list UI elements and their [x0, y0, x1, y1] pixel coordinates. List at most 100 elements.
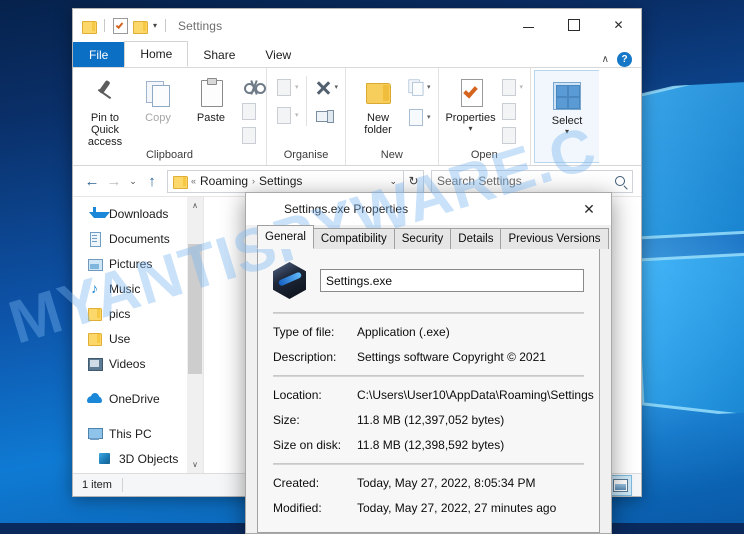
tab-file[interactable]: File: [73, 42, 125, 67]
properties-icon[interactable]: [113, 17, 128, 34]
new-small-buttons: ▾ ▾: [405, 72, 432, 128]
copy-path-button[interactable]: [238, 100, 260, 122]
sidebar-item-desktop[interactable]: Desktop: [73, 471, 203, 473]
file-name-field[interactable]: Settings.exe: [320, 269, 584, 292]
sidebar-item-this-pc[interactable]: This PC: [73, 421, 203, 446]
paste-button[interactable]: Paste: [185, 72, 237, 124]
dialog-close-button[interactable]: ✕: [567, 194, 611, 224]
chevron-down-icon[interactable]: ▾: [153, 21, 157, 30]
properties-button[interactable]: Properties ▾: [445, 72, 497, 133]
breadcrumb-roaming[interactable]: Roaming: [200, 174, 248, 188]
this-pc-icon: [87, 426, 103, 441]
search-icon[interactable]: [615, 176, 625, 186]
sidebar-item-label: 3D Objects: [119, 451, 179, 466]
cut-button[interactable]: [238, 76, 266, 98]
move-to-caret-icon[interactable]: ▾: [295, 83, 299, 91]
up-button[interactable]: ↑: [141, 170, 163, 192]
history-button[interactable]: [498, 124, 525, 146]
tab-security[interactable]: Security: [393, 228, 452, 249]
sidebar-item-documents[interactable]: Documents: [73, 226, 203, 251]
sidebar-item-pictures[interactable]: Pictures: [73, 251, 203, 276]
open-caret-icon[interactable]: ▾: [520, 83, 524, 91]
sidebar-item-music[interactable]: ♪ Music: [73, 276, 203, 301]
move-to-button[interactable]: ▾: [273, 76, 300, 98]
pin-to-quick-access-button[interactable]: Pin to Quick access: [79, 72, 131, 148]
new-item-button[interactable]: ▾: [405, 76, 432, 98]
refresh-button[interactable]: ↻: [404, 169, 424, 193]
select-caret-icon[interactable]: ▾: [565, 128, 569, 136]
easy-access-caret-icon[interactable]: ▾: [427, 113, 431, 121]
scroll-down-icon[interactable]: ∨: [187, 456, 203, 473]
collapse-ribbon-icon[interactable]: ∧: [602, 54, 609, 65]
open-icon: [499, 77, 519, 97]
property-value: 11.8 MB (12,397,052 bytes): [357, 413, 505, 427]
pin-to-quick-access-label: Pin to Quick access: [87, 112, 123, 148]
sidebar-item-onedrive[interactable]: OneDrive: [73, 386, 203, 411]
open-button[interactable]: ▾: [498, 76, 525, 98]
property-key: Created:: [273, 476, 320, 490]
new-folder-icon[interactable]: [133, 20, 148, 34]
search-input[interactable]: Search Settings: [431, 169, 633, 193]
tab-home[interactable]: Home: [124, 41, 189, 67]
copy-to-caret-icon[interactable]: ▾: [295, 111, 299, 119]
copy-to-button[interactable]: ▾: [273, 104, 300, 126]
navigation-scrollbar[interactable]: ∧ ∨: [187, 197, 203, 473]
tab-compatibility[interactable]: Compatibility: [312, 228, 395, 249]
address-input[interactable]: « Roaming › Settings ⌄: [167, 169, 404, 193]
properties-caret-icon[interactable]: ▾: [469, 125, 473, 133]
scrollbar-track[interactable]: [187, 214, 203, 456]
close-button[interactable]: ✕: [596, 9, 641, 40]
breadcrumb-overflow-icon[interactable]: «: [191, 176, 196, 186]
scrollbar-thumb[interactable]: [188, 244, 202, 374]
tab-share[interactable]: Share: [188, 43, 250, 67]
select-button[interactable]: Select ▾: [541, 75, 593, 136]
sidebar-item-label: This PC: [109, 426, 152, 441]
dialog-title-bar: Settings.exe Properties ✕: [246, 193, 611, 225]
ribbon-group-open: Properties ▾ ▾ Open: [439, 68, 532, 165]
large-icons-view-button[interactable]: [609, 474, 632, 496]
delete-button[interactable]: ▾: [313, 76, 340, 98]
easy-access-button[interactable]: ▾: [405, 106, 432, 128]
tab-details[interactable]: Details: [450, 228, 502, 249]
sidebar-item-pics[interactable]: pics: [73, 301, 203, 326]
ribbon-group-clipboard: Pin to Quick access Copy Paste Clipboard: [73, 68, 267, 165]
folder-icon[interactable]: [82, 20, 97, 34]
copy-button[interactable]: Copy: [132, 72, 184, 124]
dialog-title: Settings.exe Properties: [284, 202, 409, 216]
rename-button[interactable]: [313, 104, 340, 126]
sidebar-item-use[interactable]: Use: [73, 326, 203, 351]
property-value: 11.8 MB (12,398,592 bytes): [357, 438, 505, 452]
maximize-button[interactable]: [551, 9, 596, 40]
dialog-body-general: Settings.exe Type of file: Application (…: [257, 249, 600, 533]
property-row-modified: Modified: Today, May 27, 2022, 27 minute…: [273, 501, 584, 515]
property-row-created: Created: Today, May 27, 2022, 8:05:34 PM: [273, 476, 584, 490]
address-dropdown-icon[interactable]: ⌄: [389, 176, 400, 187]
ribbon-group-new: New folder ▾ ▾ New: [346, 68, 439, 165]
paste-shortcut-button[interactable]: [238, 124, 260, 146]
help-icon[interactable]: ?: [617, 52, 632, 67]
scroll-up-icon[interactable]: ∧: [187, 197, 203, 214]
sidebar-item-3d-objects[interactable]: 3D Objects: [73, 446, 203, 471]
recent-locations-button[interactable]: ⌄: [125, 170, 141, 192]
tab-previous-versions[interactable]: Previous Versions: [500, 228, 609, 249]
properties-dialog: Settings.exe Properties ✕ General Compat…: [245, 192, 612, 534]
search-placeholder: Search Settings: [437, 174, 522, 188]
title-bar: ▾ Settings ✕: [73, 9, 641, 42]
new-item-caret-icon[interactable]: ▾: [427, 83, 431, 91]
new-folder-button[interactable]: New folder: [352, 72, 404, 136]
minimize-button[interactable]: [506, 9, 551, 40]
edit-button[interactable]: [498, 100, 525, 122]
copy-icon: [142, 77, 174, 109]
sidebar-item-videos[interactable]: Videos: [73, 351, 203, 376]
sidebar-item-downloads[interactable]: Downloads: [73, 201, 203, 226]
copy-label: Copy: [145, 112, 171, 124]
forward-button[interactable]: →: [103, 170, 125, 192]
qat-divider: [104, 19, 105, 32]
tab-view[interactable]: View: [250, 43, 306, 67]
history-icon: [499, 125, 519, 145]
breadcrumb-settings[interactable]: Settings: [259, 174, 302, 188]
back-button[interactable]: ←: [81, 170, 103, 192]
paste-label: Paste: [196, 112, 226, 124]
delete-caret-icon[interactable]: ▾: [335, 83, 339, 91]
tab-general[interactable]: General: [257, 225, 314, 249]
